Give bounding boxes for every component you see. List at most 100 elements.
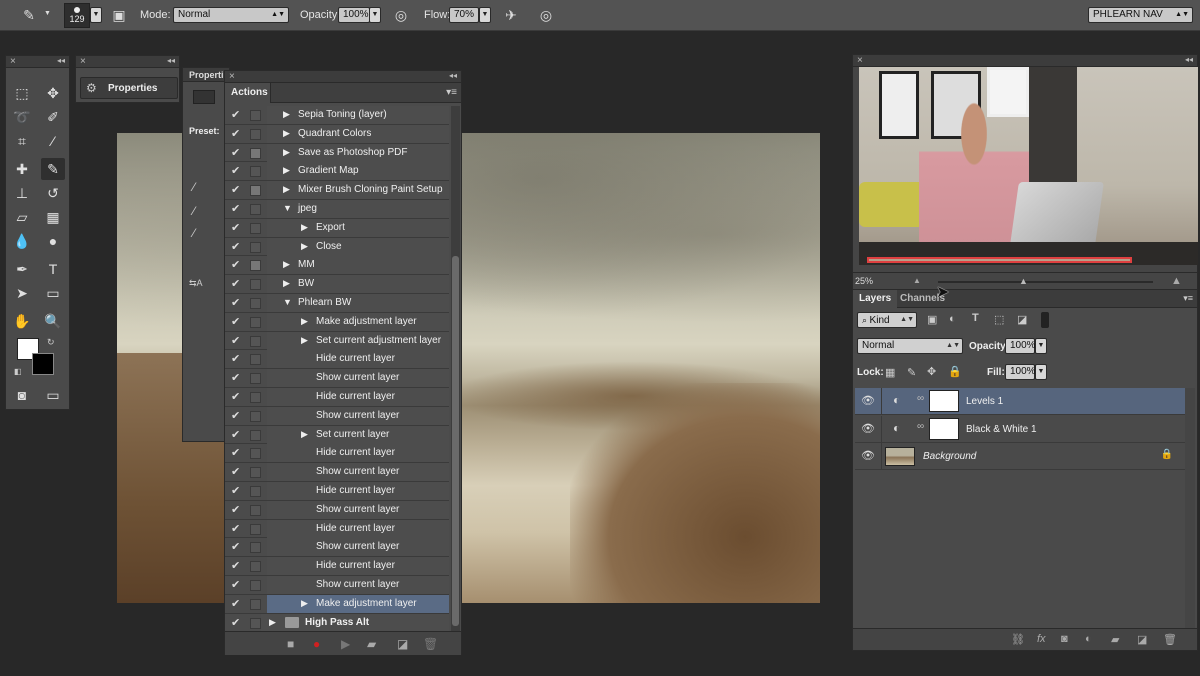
gray-point-eyedropper-icon[interactable]: ⁄ [193, 204, 195, 218]
layer-thumbnail[interactable] [885, 447, 915, 466]
toggle-dialog-icon[interactable] [250, 523, 261, 535]
opacity-input[interactable]: 100% [338, 7, 370, 23]
lock-position-icon[interactable]: ✥ [927, 365, 936, 378]
action-row[interactable]: ✔ ▶ Close [225, 237, 449, 257]
history-brush-tool-icon[interactable]: ↺ [41, 182, 65, 204]
expand-down-icon[interactable]: ▼ [283, 203, 292, 213]
action-row-body[interactable]: Hide current layer [267, 350, 449, 369]
new-layer-icon[interactable]: ◪ [1137, 633, 1147, 646]
workspace-switcher[interactable]: PHLEARN NAV ▲▼ [1088, 7, 1193, 23]
visibility-eye-icon[interactable]: 👁 [861, 422, 875, 435]
collapse-icon[interactable]: ◂◂ [57, 56, 65, 65]
flow-input[interactable]: 70% [449, 7, 479, 23]
action-row[interactable]: ✔ ▼ Phlearn BW [225, 293, 449, 313]
expand-down-icon[interactable]: ▼ [283, 297, 292, 307]
action-row[interactable]: ✔ ▶ Quadrant Colors [225, 124, 449, 144]
toggle-item-checkmark-icon[interactable]: ✔ [231, 240, 243, 253]
layer-name[interactable]: Black & White 1 [966, 424, 1037, 435]
layer-mask-thumbnail[interactable] [929, 390, 959, 412]
action-row-body[interactable]: Show current layer [267, 575, 449, 594]
expand-right-icon[interactable]: ▶ [283, 184, 290, 195]
white-point-eyedropper-icon[interactable]: ⁄ [193, 226, 195, 240]
toggle-dialog-icon[interactable] [250, 335, 261, 347]
toggle-item-checkmark-icon[interactable]: ✔ [231, 540, 243, 553]
action-row-body[interactable]: ▶ Set current adjustment layer [267, 331, 449, 350]
action-row[interactable]: ✔ Hide current layer [225, 519, 449, 539]
toggle-item-checkmark-icon[interactable]: ✔ [231, 127, 243, 140]
delete-layer-icon[interactable]: 🗑 [1163, 633, 1177, 646]
action-row[interactable]: ✔ Show current layer [225, 538, 449, 558]
close-icon[interactable]: × [229, 71, 235, 82]
toggle-item-checkmark-icon[interactable]: ✔ [231, 277, 243, 290]
stop-button[interactable]: ■ [287, 637, 294, 651]
expand-right-icon[interactable]: ▶ [283, 128, 290, 139]
hand-tool-icon[interactable]: ✋ [10, 310, 34, 332]
fill-dropdown-icon[interactable]: ▼ [1035, 364, 1047, 380]
action-row-body[interactable]: ▶ Close [267, 237, 449, 256]
expand-right-icon[interactable]: ▶ [301, 222, 308, 233]
screen-mode-icon[interactable]: ▭ [41, 384, 65, 406]
toggle-dialog-icon[interactable] [250, 203, 261, 215]
action-row[interactable]: ✔ Show current layer [225, 463, 449, 482]
action-row[interactable]: ✔ ▶ Save as Photoshop PDF [225, 143, 449, 163]
new-set-button[interactable]: ▰ [367, 637, 376, 651]
layer-row[interactable]: 👁 ◐ ∞ Levels 1 [855, 388, 1185, 415]
action-row[interactable]: ✔ ▶ Set current adjustment layer [225, 331, 449, 351]
tab-layers[interactable]: Layers [853, 290, 898, 308]
lock-transparent-icon[interactable]: ▦ [885, 366, 895, 379]
new-group-icon[interactable]: ▰ [1111, 633, 1119, 646]
toggle-item-checkmark-icon[interactable]: ✔ [231, 164, 243, 177]
action-row-body[interactable]: Hide current layer [267, 444, 449, 463]
toggle-dialog-icon[interactable] [250, 279, 261, 291]
opacity-dropdown-icon[interactable]: ▼ [369, 7, 381, 23]
action-row-body[interactable]: ▶ Make adjustment layer [267, 594, 449, 613]
action-row-body[interactable]: Show current layer [267, 538, 449, 557]
expand-right-icon[interactable]: ▶ [283, 109, 290, 120]
action-row-body[interactable]: ▶ Export [267, 218, 449, 237]
record-button[interactable]: ● [313, 637, 320, 651]
layer-name[interactable]: Levels 1 [966, 396, 1003, 407]
lock-image-icon[interactable]: ✎ [907, 366, 916, 379]
airbrush-icon[interactable]: ✈ [500, 4, 522, 26]
toggle-dialog-icon[interactable] [250, 542, 261, 554]
toggle-dialog-icon[interactable] [250, 598, 261, 610]
toggle-item-checkmark-icon[interactable]: ✔ [231, 334, 243, 347]
toggle-item-checkmark-icon[interactable]: ✔ [231, 597, 243, 610]
action-row-body[interactable]: Hide current layer [267, 519, 449, 538]
mode-select[interactable]: Normal ▲▼ [173, 7, 289, 23]
toggle-item-checkmark-icon[interactable]: ✔ [231, 428, 243, 441]
action-row[interactable]: ✔ Hide current layer [225, 557, 449, 576]
toggle-item-checkmark-icon[interactable]: ✔ [231, 409, 243, 422]
toggle-item-checkmark-icon[interactable]: ✔ [231, 202, 243, 215]
rectangle-tool-icon[interactable]: ▭ [41, 282, 65, 304]
action-row-body[interactable]: Show current layer [267, 500, 449, 519]
dodge-tool-icon[interactable]: ● [41, 230, 65, 252]
action-row[interactable]: ✔ ▶ Make adjustment layer [225, 594, 449, 614]
new-adjustment-layer-icon[interactable]: ◐ [1085, 633, 1092, 645]
toggle-item-checkmark-icon[interactable]: ✔ [231, 616, 243, 629]
delete-button[interactable]: 🗑 [423, 637, 438, 651]
toggle-item-checkmark-icon[interactable]: ✔ [231, 578, 243, 591]
action-row-body[interactable]: Hide current layer [267, 557, 449, 576]
expand-right-icon[interactable]: ▶ [269, 617, 276, 628]
expand-right-icon[interactable]: ▶ [283, 165, 290, 176]
toggle-item-checkmark-icon[interactable]: ✔ [231, 503, 243, 516]
action-row-body[interactable]: ▶ Sepia Toning (layer) [267, 106, 449, 124]
action-row[interactable]: ✔ Show current layer [225, 369, 449, 388]
toggle-dialog-icon[interactable] [250, 391, 261, 403]
path-selection-tool-icon[interactable]: ➤ [10, 282, 34, 304]
filter-kind-select[interactable]: ⌕ Kind ▲▼ [857, 312, 917, 328]
action-row-body[interactable]: ▶ Make adjustment layer [267, 312, 449, 331]
mask-link-icon[interactable]: ∞ [917, 393, 924, 404]
quick-mask-icon[interactable]: ◙ [10, 384, 34, 406]
layer-opacity-dropdown-icon[interactable]: ▼ [1035, 338, 1047, 354]
action-row[interactable]: ✔ ▶ Mixer Brush Cloning Paint Setup [225, 181, 449, 200]
action-row-body[interactable]: Hide current layer [267, 387, 449, 406]
type-filter-icon[interactable]: T [972, 312, 979, 324]
visibility-eye-icon[interactable]: 👁 [861, 394, 875, 407]
brush-size-picker[interactable]: 129 [64, 3, 90, 28]
adjustment-filter-icon[interactable]: ◐ [949, 313, 956, 325]
action-set-row[interactable]: ✔ ▶ High Pass Alt [225, 613, 449, 633]
navigator-zoom-value[interactable]: 25% [855, 276, 873, 286]
expand-right-icon[interactable]: ▶ [301, 598, 308, 609]
